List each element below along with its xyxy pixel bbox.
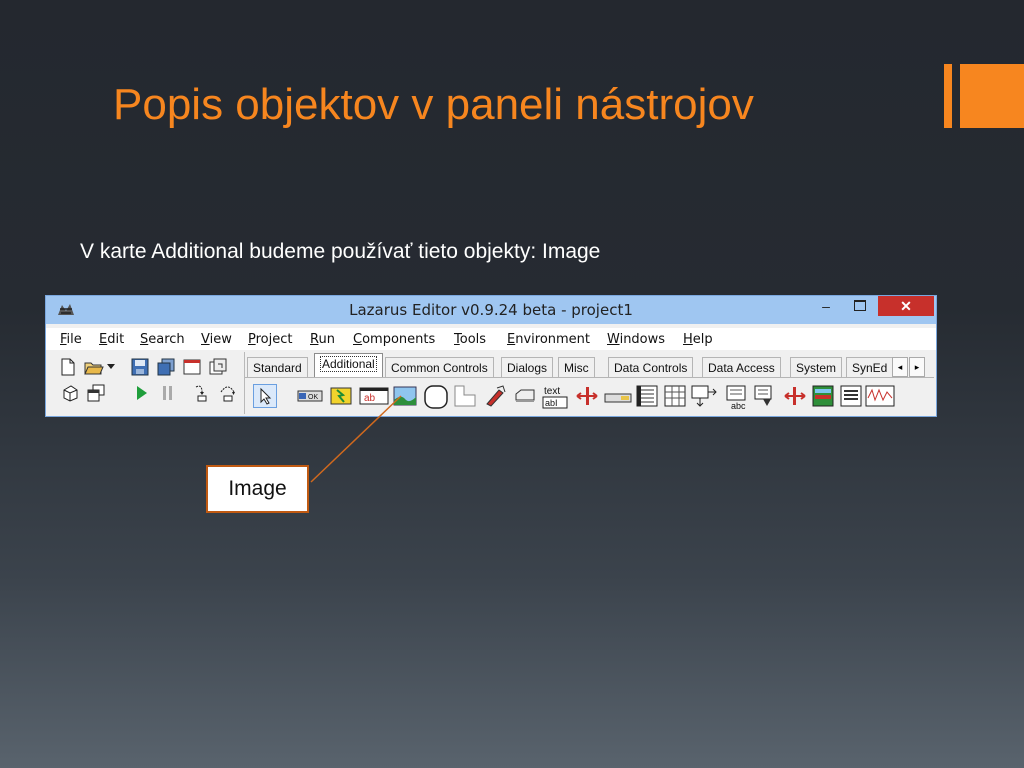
trayicon-icon[interactable] [635, 384, 659, 408]
component-palette: Standard Additional Common Controls Dial… [244, 352, 934, 414]
title-bar[interactable]: Lazarus Editor v0.9.24 beta - project1 –… [46, 296, 936, 324]
save-all-icon[interactable] [156, 357, 176, 377]
maskedit-icon[interactable]: ab [359, 384, 389, 408]
menu-windows[interactable]: Windows [607, 332, 665, 347]
maximize-icon [854, 300, 866, 311]
slide-title: Popis objektov v paneli nástrojov [113, 80, 754, 129]
tab-dialogs[interactable]: Dialogs [501, 357, 554, 377]
tab-standard[interactable]: Standard [247, 357, 308, 377]
splitter-icon[interactable] [575, 384, 599, 408]
speedbutton-icon[interactable] [329, 384, 353, 408]
colorbox-icon[interactable] [753, 384, 777, 408]
menu-bar: File Edit Search View Project Run Compon… [46, 328, 936, 350]
menu-components[interactable]: Components [353, 332, 435, 347]
chart-icon[interactable] [811, 384, 835, 408]
tab-misc[interactable]: Misc [558, 357, 595, 377]
tab-common-controls[interactable]: Common Controls [385, 357, 494, 377]
shape-icon[interactable] [423, 384, 448, 409]
scrollbox-icon[interactable] [483, 384, 507, 408]
window-title: Lazarus Editor v0.9.24 beta - project1 [349, 301, 633, 319]
scroll-left-button[interactable]: ◂ [892, 357, 908, 377]
pairsplitter-icon[interactable]: abc [725, 384, 749, 411]
menu-tools[interactable]: Tools [454, 332, 486, 347]
labeledit-bottom-label: abI [545, 398, 558, 408]
new-file-icon[interactable] [58, 357, 78, 377]
save-icon[interactable] [130, 357, 150, 377]
decor-bar-square [960, 64, 1024, 128]
view-forms-icon[interactable] [86, 383, 106, 403]
view-units-icon[interactable] [60, 383, 80, 403]
image-callout-box: Image [206, 465, 309, 513]
lazarus-window: Lazarus Editor v0.9.24 beta - project1 –… [45, 295, 937, 417]
run-icon[interactable] [132, 383, 152, 403]
menu-search[interactable]: Search [140, 332, 185, 347]
close-button[interactable]: ✕ [878, 296, 934, 316]
minimize-button[interactable]: – [812, 296, 840, 316]
drawgrid-icon[interactable] [691, 384, 717, 408]
tab-additional-label: Additional [320, 356, 377, 372]
toggle-form-icon[interactable] [208, 357, 228, 377]
menu-view[interactable]: View [201, 332, 232, 347]
tab-synedit[interactable]: SynEd [846, 357, 894, 377]
menu-environment[interactable]: Environment [507, 332, 590, 347]
tab-data-controls[interactable]: Data Controls [608, 357, 694, 377]
dropdown-icon[interactable] [106, 357, 116, 377]
menu-help[interactable]: Help [683, 332, 713, 347]
window-icon[interactable] [182, 357, 202, 377]
stringgrid-icon[interactable] [663, 384, 687, 408]
bevel-icon[interactable] [453, 384, 477, 408]
palette-icons: OK ab text abI abc [245, 377, 934, 414]
open-folder-icon[interactable] [84, 357, 104, 377]
pointer-icon[interactable] [253, 384, 277, 408]
bitbtn-icon[interactable]: OK [297, 384, 323, 408]
bitbtn-ok-label: OK [308, 394, 318, 401]
labeledit-icon[interactable]: text abI [541, 384, 569, 409]
pause-icon[interactable] [158, 383, 178, 403]
tab-additional[interactable]: Additional [314, 353, 383, 377]
maximize-button[interactable] [846, 296, 874, 316]
tab-data-access[interactable]: Data Access [702, 357, 781, 377]
maskedit-ab-label: ab [364, 393, 376, 404]
menu-run[interactable]: Run [310, 332, 335, 347]
checkgroup-icon[interactable] [513, 384, 537, 408]
tab-system[interactable]: System [790, 357, 843, 377]
listview-icon[interactable] [839, 384, 863, 408]
menu-project[interactable]: Project [248, 332, 293, 347]
menu-edit[interactable]: Edit [99, 332, 124, 347]
colorlistbox-icon[interactable] [783, 384, 807, 408]
step-over-icon[interactable] [218, 383, 238, 403]
statictext-icon[interactable] [603, 384, 633, 408]
speed-toolbar [46, 352, 244, 414]
pairsplitter-abc-label: abc [731, 401, 746, 410]
step-into-icon[interactable] [192, 383, 212, 403]
decor-bar-thin [944, 64, 952, 128]
image-icon[interactable] [393, 384, 417, 408]
menu-file[interactable]: File [60, 332, 82, 347]
labeledit-top-label: text [544, 386, 560, 397]
scroll-right-button[interactable]: ▸ [909, 357, 925, 377]
slide-body-text: V karte Additional budeme používať tieto… [80, 240, 601, 263]
scope-icon[interactable] [865, 384, 895, 408]
